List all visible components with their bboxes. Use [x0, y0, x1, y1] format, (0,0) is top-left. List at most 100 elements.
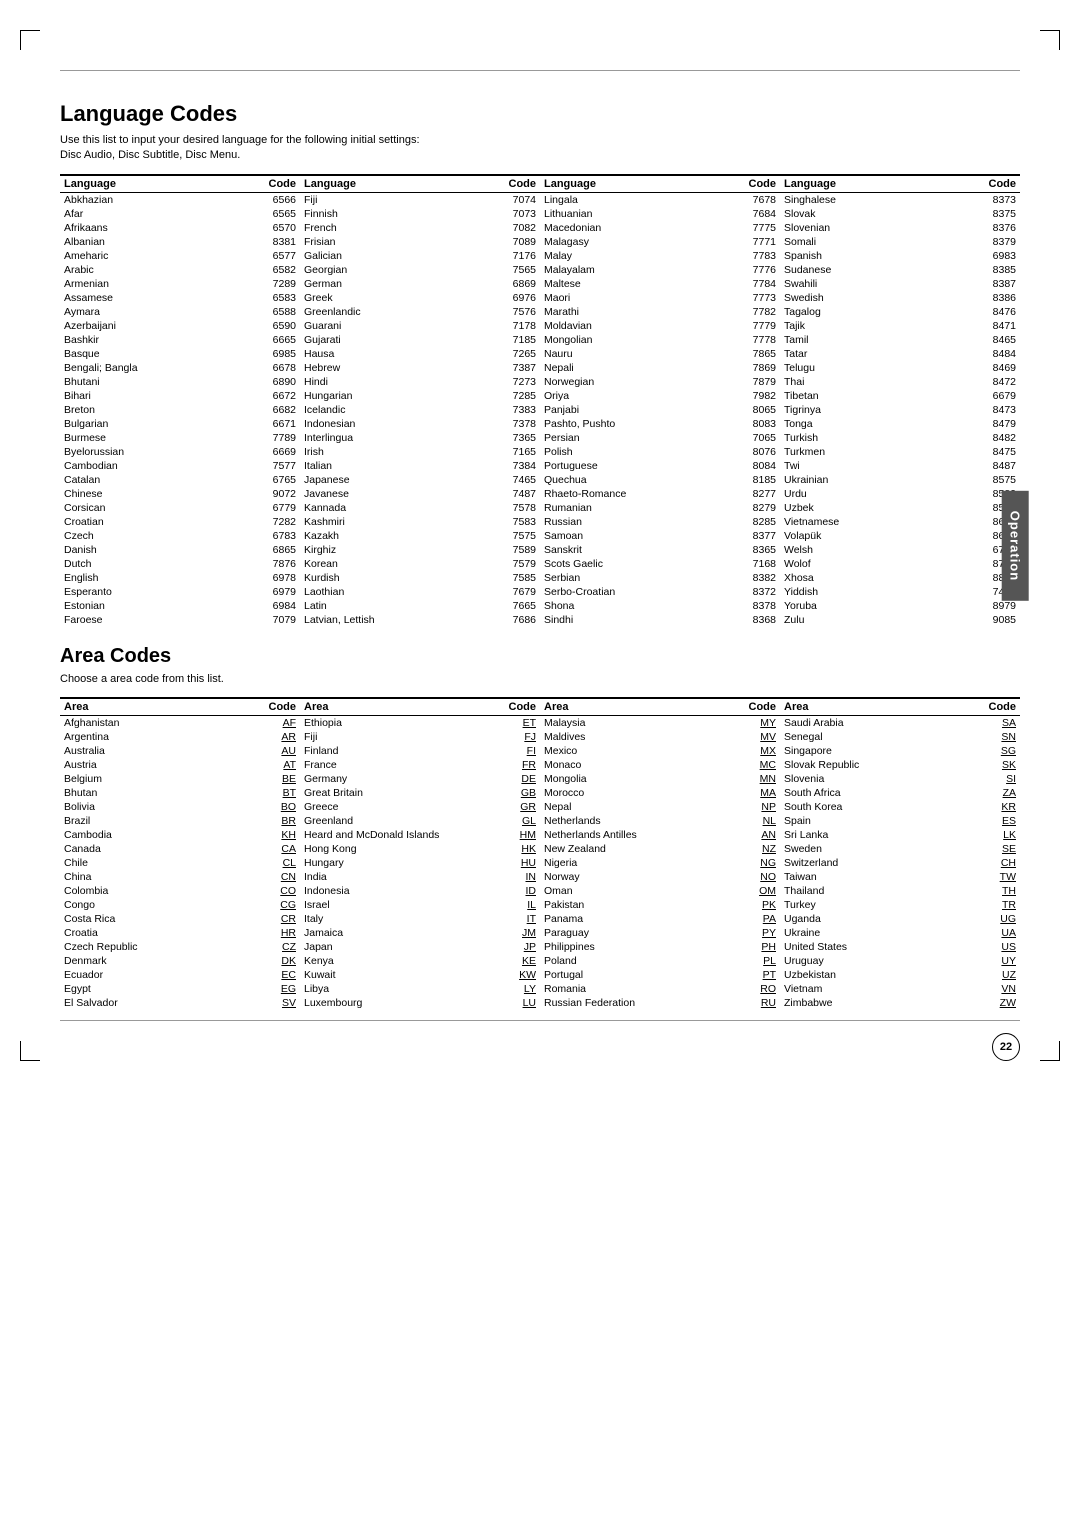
language-code: 8076 [741, 446, 776, 458]
area-name: Egypt [64, 983, 271, 995]
area-name: Maldives [544, 731, 751, 743]
language-code: 6983 [981, 250, 1016, 262]
language-code: 8285 [741, 516, 776, 528]
language-row: Frisian7089 [300, 235, 540, 249]
language-code: 7684 [741, 208, 776, 220]
area-name: Uruguay [784, 955, 991, 967]
language-name: Oriya [544, 390, 741, 402]
language-row: Czech6783 [60, 529, 300, 543]
language-row: Telugu8469 [780, 361, 1020, 375]
area-code: MC [751, 759, 776, 771]
language-name: Bihari [64, 390, 261, 402]
language-row: Hungarian7285 [300, 389, 540, 403]
area-code: NO [751, 871, 776, 883]
language-code: 7773 [741, 292, 776, 304]
area-row: GreeceGR [300, 800, 540, 814]
language-row: Galician7176 [300, 249, 540, 263]
area-row: EthiopiaET [300, 716, 540, 730]
area-row: DenmarkDK [60, 954, 300, 968]
language-code: 7679 [501, 586, 536, 598]
area-code: GL [511, 815, 536, 827]
language-code: 7783 [741, 250, 776, 262]
area-code: BO [271, 801, 296, 813]
area-code: MN [751, 773, 776, 785]
language-col-1: Language Code Abkhazian6566Afar6565Afrik… [60, 174, 300, 627]
area-code: UZ [991, 969, 1016, 981]
language-code: 8083 [741, 418, 776, 430]
language-row: Dutch7876 [60, 557, 300, 571]
area-code: CA [271, 843, 296, 855]
area-code: SK [991, 759, 1016, 771]
language-name: Pashto, Pushto [544, 418, 741, 430]
language-code: 8373 [981, 194, 1016, 206]
language-code: 8084 [741, 460, 776, 472]
area-name: South Africa [784, 787, 991, 799]
language-name: Tajik [784, 320, 981, 332]
area-row: CambodiaKH [60, 828, 300, 842]
language-code: 7387 [501, 362, 536, 374]
area-code: UA [991, 927, 1016, 939]
language-codes-section: Language Codes Use this list to input yo… [60, 101, 1020, 627]
area-code: BR [271, 815, 296, 827]
language-name: Javanese [304, 488, 501, 500]
area-name: Denmark [64, 955, 271, 967]
language-row: German6869 [300, 277, 540, 291]
language-code: 8479 [981, 418, 1016, 430]
area-code: AU [271, 745, 296, 757]
language-name: Italian [304, 460, 501, 472]
language-code: 7384 [501, 460, 536, 472]
language-name: Urdu [784, 488, 981, 500]
area-row: BrazilBR [60, 814, 300, 828]
language-row: Kannada7578 [300, 501, 540, 515]
language-row: Breton6682 [60, 403, 300, 417]
language-name: Frisian [304, 236, 501, 248]
language-row: Pashto, Pushto8083 [540, 417, 780, 431]
area-row: EcuadorEC [60, 968, 300, 982]
area-name: Australia [64, 745, 271, 757]
corner-mark-bl [20, 1041, 40, 1061]
language-row: Tigrinya8473 [780, 403, 1020, 417]
area-code: CZ [271, 941, 296, 953]
language-name: Macedonian [544, 222, 741, 234]
area-name: Morocco [544, 787, 751, 799]
area-name: Congo [64, 899, 271, 911]
area-row: UzbekistanUZ [780, 968, 1020, 982]
area-row: JamaicaJM [300, 926, 540, 940]
area-code: SA [991, 717, 1016, 729]
language-name: Latvian, Lettish [304, 614, 501, 626]
area-code: UY [991, 955, 1016, 967]
area-name: Sweden [784, 843, 991, 855]
area-row: Saudi ArabiaSA [780, 716, 1020, 730]
language-row: Sindhi8368 [540, 613, 780, 627]
language-row: Japanese7465 [300, 473, 540, 487]
area-name: Japan [304, 941, 511, 953]
area-row: SpainES [780, 814, 1020, 828]
area-code: PY [751, 927, 776, 939]
area-row: FranceFR [300, 758, 540, 772]
language-name: Assamese [64, 292, 261, 304]
language-row: Kurdish7585 [300, 571, 540, 585]
language-row: Latin7665 [300, 599, 540, 613]
area-row: SenegalSN [780, 730, 1020, 744]
area-row: UkraineUA [780, 926, 1020, 940]
area-name: Colombia [64, 885, 271, 897]
language-name: Maltese [544, 278, 741, 290]
language-table-container: Language Code Abkhazian6566Afar6565Afrik… [60, 174, 1020, 627]
language-row: Nepali7869 [540, 361, 780, 375]
area-name: Mexico [544, 745, 751, 757]
area-name: Portugal [544, 969, 751, 981]
language-name: Quechua [544, 474, 741, 486]
language-name: Arabic [64, 264, 261, 276]
area-code: LY [511, 983, 536, 995]
language-code: 6890 [261, 376, 296, 388]
language-name: Volapük [784, 530, 981, 542]
area-codes-desc: Choose a area code from this list. [60, 672, 1020, 687]
language-row: Arabic6582 [60, 263, 300, 277]
language-row: Lingala7678 [540, 193, 780, 207]
language-row: Yoruba8979 [780, 599, 1020, 613]
area-row: UgandaUG [780, 912, 1020, 926]
language-name: Albanian [64, 236, 261, 248]
language-name: Maori [544, 292, 741, 304]
area-col-2: Area Code EthiopiaETFijiFJFinlandFIFranc… [300, 697, 540, 1010]
area-name: Mongolia [544, 773, 751, 785]
